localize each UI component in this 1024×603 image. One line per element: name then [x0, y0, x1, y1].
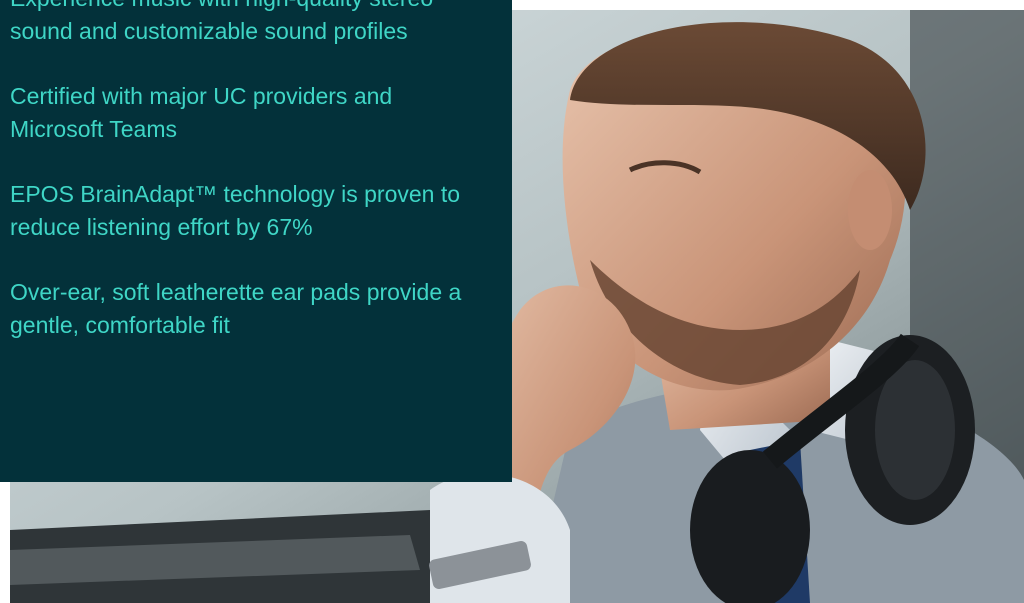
feature-item-uc-certification: Certified with major UC providers and Mi… — [10, 83, 393, 142]
feature-item-sound-profiles: Experience music with high-quality stere… — [10, 0, 433, 44]
feature-item-brainadapt: EPOS BrainAdapt™ technology is proven to… — [10, 181, 461, 240]
feature-panel: Experience music with high-quality stere… — [0, 0, 512, 482]
feature-item-ear-pads: Over-ear, soft leatherette ear pads prov… — [10, 279, 462, 338]
page: Experience music with high-quality stere… — [0, 0, 1024, 603]
feature-list: Experience music with high-quality stere… — [10, 0, 490, 374]
